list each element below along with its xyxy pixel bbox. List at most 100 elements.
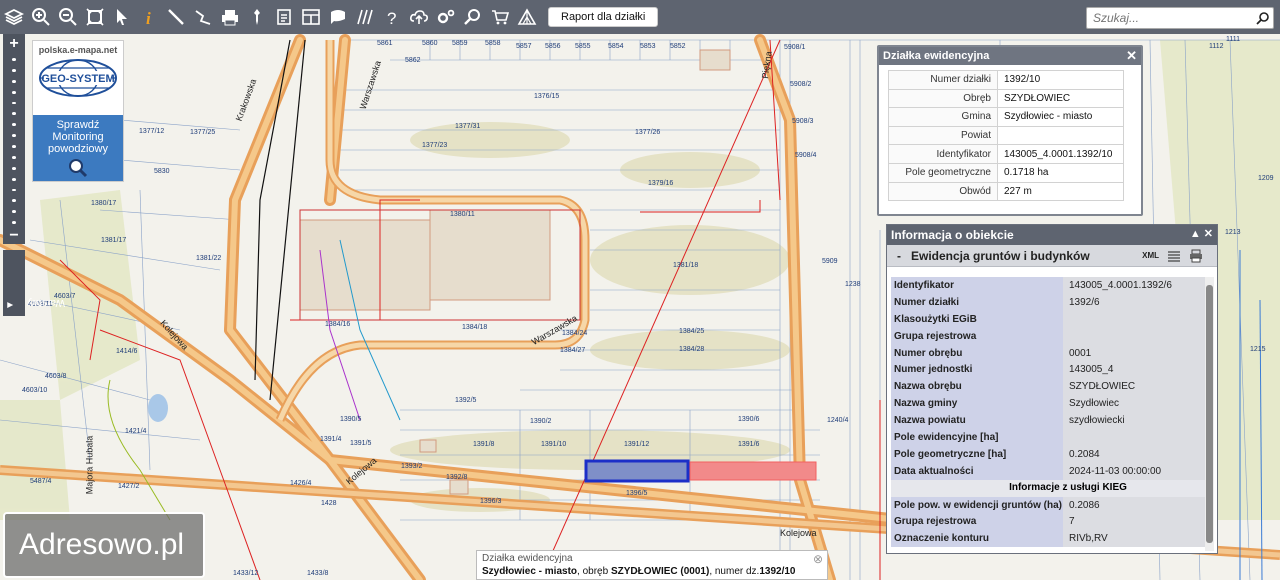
parcel-label: 1112 <box>1209 43 1224 50</box>
tooltip-gmina: Szydłowiec - miasto <box>482 566 578 577</box>
cloud-upload-icon[interactable] <box>405 0 432 34</box>
print-icon[interactable] <box>216 0 243 34</box>
help-icon[interactable]: ? <box>378 0 405 34</box>
close-icon[interactable]: ✕ <box>1126 48 1137 64</box>
zoom-level-dot[interactable] <box>12 188 16 192</box>
zoom-level-dot[interactable] <box>12 123 16 127</box>
parcel-label: 1377/12 <box>139 128 165 135</box>
zoom-level-dot[interactable] <box>12 199 16 203</box>
layout-icon[interactable] <box>297 0 324 34</box>
info-key: Nazwa powiatu <box>891 412 1063 430</box>
logo-brand: GEO-SYSTEM <box>41 73 114 85</box>
info-key: Identyfikator <box>891 277 1063 294</box>
parcel-label: 1396/3 <box>480 498 502 505</box>
tooltip-title: Działka ewidencyjna <box>482 553 573 564</box>
parcel-label: 1421/4 <box>125 428 147 435</box>
parcel-label: 5908/4 <box>795 152 817 159</box>
flood-monitoring-button[interactable]: Sprawdź Monitoring powodziowy <box>33 115 123 181</box>
table-row: Obwód 227 m <box>888 181 1124 202</box>
tooltip-nr-prefix: , numer dz. <box>709 566 760 577</box>
zoom-in-icon[interactable] <box>27 0 54 34</box>
parcel-label: 5856 <box>545 43 561 50</box>
parcel-label: 1391/4 <box>320 436 342 443</box>
table-row: Obręb SZYDŁOWIEC <box>888 88 1124 109</box>
info-row: Grupa rejestrowa <box>891 327 1205 345</box>
settings-icon[interactable] <box>432 0 459 34</box>
info-value: RIVb,RV <box>1063 530 1205 548</box>
zoom-level-dot[interactable] <box>12 101 16 105</box>
comment-icon[interactable] <box>324 0 351 34</box>
parcel-panel-header[interactable]: Działka ewidencyjna ✕ <box>879 47 1141 65</box>
zoom-level-dot[interactable] <box>12 155 16 159</box>
tooltip-obreb: SZYDŁOWIEC (0001) <box>610 566 710 577</box>
search-icon[interactable] <box>1253 8 1273 28</box>
zoom-level-dot[interactable] <box>12 79 16 83</box>
layers-tab[interactable]: ▼ Warstwy <box>3 250 65 316</box>
export-icon[interactable] <box>270 0 297 34</box>
parcel-label: 1376/15 <box>534 93 560 100</box>
street-label: Kolejowa <box>780 528 817 538</box>
magnifier-icon <box>69 159 88 178</box>
row-value: SZYDŁOWIEC <box>997 88 1124 109</box>
info-value <box>1063 327 1205 345</box>
row-key: Gmina <box>888 107 998 127</box>
terrain-icon[interactable] <box>513 0 540 34</box>
zoom-out-button[interactable]: − <box>9 228 18 244</box>
info-key: Pole geometryczne [ha] <box>891 445 1063 463</box>
layers-label: Warstwy <box>27 297 65 308</box>
pin-icon[interactable] <box>243 0 270 34</box>
parcel-label: 1377/26 <box>635 129 661 136</box>
parcel-label: 1240/4 <box>827 417 849 424</box>
cart-icon[interactable] <box>486 0 513 34</box>
zoom-in-button[interactable]: + <box>9 34 18 54</box>
measure-path-icon[interactable] <box>189 0 216 34</box>
pointer-icon[interactable] <box>108 0 135 34</box>
zoom-level-dot[interactable] <box>12 68 16 72</box>
parcel-label: 1381/18 <box>673 262 699 269</box>
zoom-level-dot[interactable] <box>12 221 16 224</box>
zoom-level-dot[interactable] <box>12 112 16 116</box>
zoom-slider[interactable]: + − <box>3 34 25 244</box>
zoom-level-dot[interactable] <box>12 210 16 214</box>
row-key: Powiat <box>888 125 998 146</box>
info-panel-header[interactable]: Informacja o obiekcie ▲ ✕ <box>887 225 1217 245</box>
parcel-label: 1392/5 <box>455 397 477 404</box>
info-key: Nazwa obrębu <box>891 378 1063 396</box>
zoom-level-dot[interactable] <box>12 58 16 61</box>
print-icon[interactable] <box>1189 249 1203 263</box>
search-input[interactable] <box>1087 11 1253 25</box>
info-icon[interactable]: i <box>135 0 162 34</box>
parcel-info-panel: Działka ewidencyjna ✕ Numer działki 1392/… <box>877 45 1143 216</box>
close-icon[interactable]: ⊗ <box>813 552 823 566</box>
parcel-label: 1433/12 <box>233 570 259 577</box>
geo-system-logo[interactable]: polska.e-mapa.net GEO-SYSTEM Sprawdź Mon… <box>32 40 124 182</box>
zoom-level-dot[interactable] <box>12 90 16 94</box>
close-icon[interactable]: ✕ <box>1204 228 1213 240</box>
list-icon[interactable] <box>1167 250 1181 262</box>
egib-section-header[interactable]: - Ewidencja gruntów i budynków XML <box>887 245 1217 267</box>
collapse-icon[interactable]: ▲ <box>1190 228 1201 240</box>
parcel-label: 1390/2 <box>530 418 552 425</box>
measure-line-icon[interactable] <box>162 0 189 34</box>
info-scrollbar[interactable] <box>1205 277 1214 551</box>
zoom-out-icon[interactable] <box>54 0 81 34</box>
parcel-report-button[interactable]: Raport dla działki <box>548 7 659 27</box>
table-row: Gmina Szydłowiec - miasto <box>888 107 1124 127</box>
zoom-level-dot[interactable] <box>12 166 16 170</box>
zoom-level-dot[interactable] <box>12 134 16 137</box>
info-row: Grupa rejestrowa 7 <box>891 513 1205 531</box>
zoom-level-dot[interactable] <box>12 145 16 148</box>
scrollbar-thumb[interactable] <box>1206 285 1213 543</box>
parcel-label: 5908/1 <box>784 44 806 51</box>
parcel-label: 1391/5 <box>350 440 372 447</box>
search-map-icon[interactable] <box>459 0 486 34</box>
zoom-level-dot[interactable] <box>12 177 16 181</box>
info-row: Pole pow. w ewidencji gruntów (ha) 0.2086 <box>891 496 1205 514</box>
collapse-section-icon[interactable]: - <box>897 249 901 263</box>
parcel-label: 5861 <box>377 40 393 47</box>
layers-icon[interactable] <box>0 0 27 34</box>
xml-export-button[interactable]: XML <box>1142 251 1159 260</box>
hatch-icon[interactable] <box>351 0 378 34</box>
parcel-label: 5855 <box>575 43 591 50</box>
full-extent-icon[interactable] <box>81 0 108 34</box>
